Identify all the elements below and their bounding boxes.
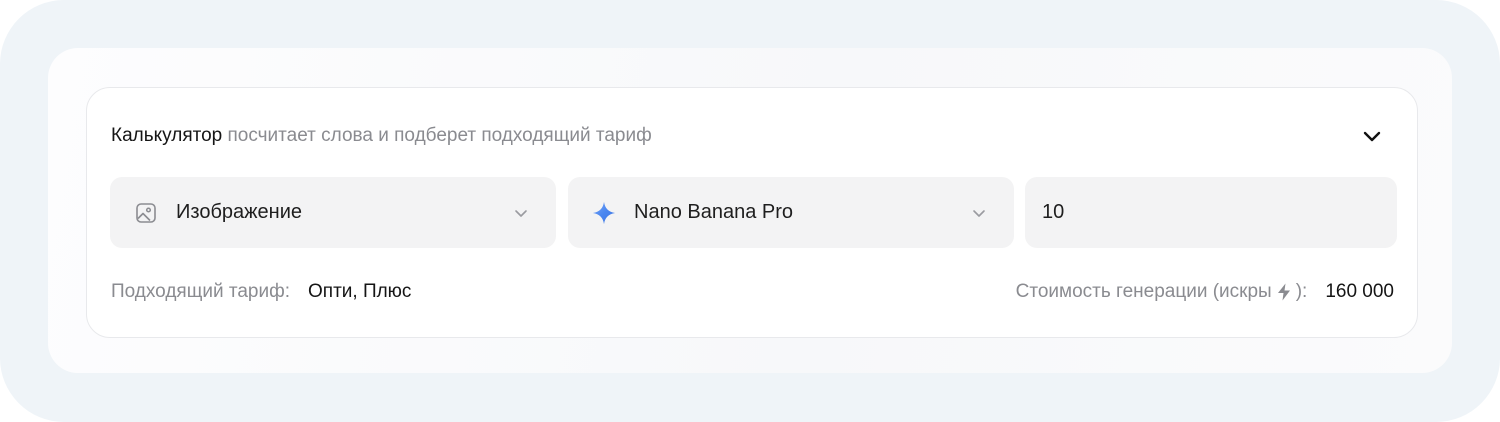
calculator-title: Калькулятор bbox=[111, 125, 223, 146]
image-icon bbox=[134, 201, 158, 225]
count-input[interactable] bbox=[1042, 177, 1372, 248]
chevron-down-icon bbox=[512, 204, 530, 222]
model-select[interactable]: Nano Banana Pro bbox=[568, 177, 1014, 248]
chevron-down-icon bbox=[970, 204, 988, 222]
content-type-select[interactable]: Изображение bbox=[110, 177, 556, 248]
calculator-card: Калькулятор посчитает слова и подберет п… bbox=[86, 87, 1418, 338]
chevron-down-icon bbox=[1363, 131, 1381, 142]
collapse-button[interactable] bbox=[1359, 123, 1385, 149]
calculator-subtitle: посчитает слова и подберет подходящий та… bbox=[222, 125, 652, 146]
cost-summary: Стоимость генерации (искры ): 160 000 bbox=[1016, 280, 1394, 304]
tariff-label: Подходящий тариф: bbox=[111, 281, 290, 302]
sparkle-icon bbox=[592, 201, 616, 225]
count-field[interactable] bbox=[1025, 177, 1397, 248]
model-value: Nano Banana Pro bbox=[634, 201, 794, 223]
calculator-header: Калькулятор посчитает слова и подберет п… bbox=[111, 124, 652, 148]
tariff-value: Опти, Плюс bbox=[308, 281, 412, 302]
content-type-value: Изображение bbox=[176, 201, 302, 223]
cost-label: Стоимость генерации (искры bbox=[1015, 281, 1272, 302]
tariff-summary: Подходящий тариф: Опти, Плюс bbox=[111, 280, 411, 304]
cost-label-end: ): bbox=[1295, 281, 1308, 302]
lightning-icon bbox=[1275, 282, 1293, 302]
cost-value: 160 000 bbox=[1325, 281, 1394, 302]
